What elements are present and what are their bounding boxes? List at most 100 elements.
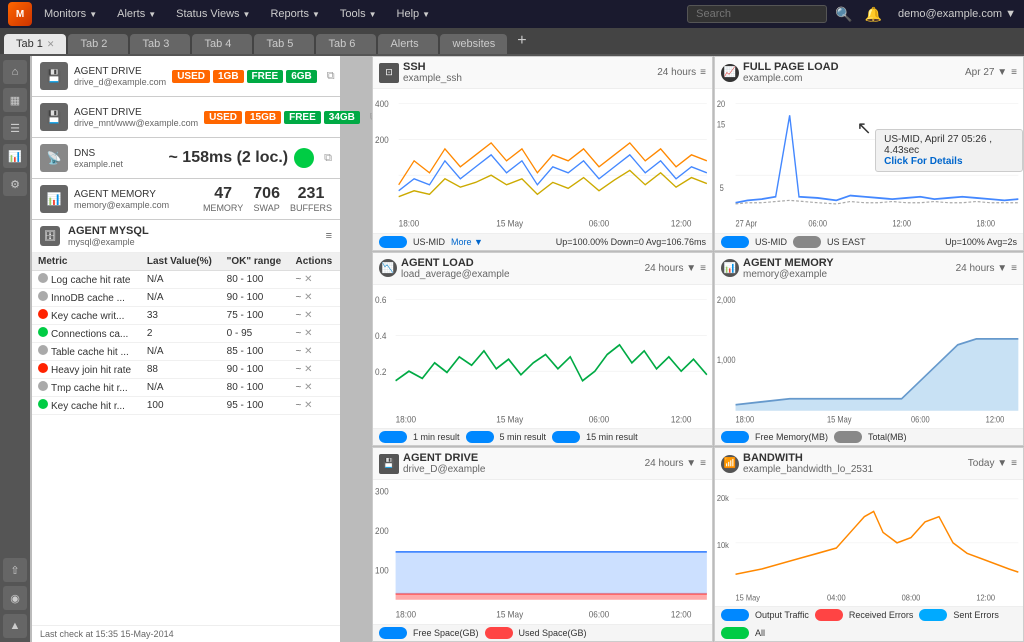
bandwidth-header: 📶 BANDWITH example_bandwidth_lo_2531 Tod… — [715, 448, 1023, 480]
sidebar-list-icon[interactable]: ☰ — [3, 116, 27, 140]
fpl-title: FULL PAGE LOAD — [743, 61, 839, 73]
tab-1-close[interactable]: ✕ — [47, 39, 55, 50]
mysql-header: 🗄 AGENT MYSQL mysql@example ≡ — [32, 220, 340, 253]
tab-add-button[interactable]: + — [509, 28, 534, 54]
load-1min-toggle[interactable] — [379, 431, 407, 443]
bandwidth-icon: 📶 — [721, 455, 739, 473]
load-15min-toggle[interactable] — [552, 431, 580, 443]
drive-free-toggle[interactable] — [379, 627, 407, 639]
agent-drive-bottom-timerange[interactable]: 24 hours ▼ — [645, 458, 697, 469]
svg-text:1,000: 1,000 — [717, 354, 736, 365]
agent-drive-1-icon: 💾 — [40, 62, 68, 90]
right-panel: 💾 AGENT DRIVE drive_d@example.com USED 1… — [30, 56, 340, 642]
agent-drive-1-badges: USED 1GB FREE 6GB — [172, 70, 317, 83]
sidebar-grid-icon[interactable]: ▦ — [3, 88, 27, 112]
tab-bar: Tab 1 ✕ Tab 2 Tab 3 Tab 4 Tab 5 Tab 6 Al… — [0, 28, 1024, 56]
fpl-usmid-toggle[interactable] — [721, 236, 749, 248]
mem-total-toggle[interactable] — [834, 431, 862, 443]
sidebar-bottom-icon1[interactable]: ◉ — [3, 586, 27, 610]
tab-6[interactable]: Tab 6 — [316, 34, 376, 54]
agent-drive-bottom-menu[interactable]: ≡ — [700, 458, 706, 469]
ssh-more-link[interactable]: More ▼ — [451, 237, 483, 247]
svg-text:18:00: 18:00 — [399, 218, 420, 229]
used-value-2: 15GB — [245, 111, 281, 124]
nav-monitors[interactable]: Monitors ▼ — [36, 4, 105, 24]
agent-memory-widget: 📊 AGENT MEMORY memory@example.com 47 MEM… — [32, 179, 340, 220]
col-metric: Metric — [32, 253, 141, 271]
tab-1[interactable]: Tab 1 ✕ — [4, 34, 66, 54]
svg-text:5: 5 — [720, 182, 724, 193]
user-menu[interactable]: demo@example.com ▼ — [898, 8, 1016, 20]
svg-text:12:00: 12:00 — [671, 218, 692, 229]
bw-sent-label: Sent Errors — [953, 610, 999, 620]
load-5min-toggle[interactable] — [466, 431, 494, 443]
tab-alerts[interactable]: Alerts — [378, 34, 438, 54]
svg-text:18:00: 18:00 — [976, 218, 995, 229]
ssh-toggle[interactable] — [379, 236, 407, 248]
agent-drive-1-menu[interactable]: ⧉ — [327, 70, 335, 83]
ssh-panel: ⊡ SSH example_ssh 24 hours ≡ 400 200 — [372, 56, 713, 251]
tab-4[interactable]: Tab 4 — [192, 34, 252, 54]
bw-all-toggle[interactable] — [721, 627, 749, 639]
mem-free-toggle[interactable] — [721, 431, 749, 443]
nav-alerts[interactable]: Alerts ▼ — [109, 4, 164, 24]
dns-menu[interactable]: ⧉ — [324, 152, 332, 165]
svg-text:18:00: 18:00 — [396, 609, 417, 620]
ssh-stats: Up=100.00% Down=0 Avg=106.76ms — [556, 237, 706, 247]
fpl-subtitle: example.com — [743, 73, 839, 84]
status-views-caret: ▼ — [243, 10, 251, 19]
reports-caret: ▼ — [312, 10, 320, 19]
sidebar-bottom-icon2[interactable]: ▲ — [3, 614, 27, 638]
dns-widget: 📡 DNS example.net ~ 158ms (2 loc.) ⧉ — [32, 138, 340, 179]
svg-text:300: 300 — [375, 486, 389, 497]
mysql-title: AGENT MYSQL — [68, 225, 149, 237]
mysql-menu-icon[interactable]: ≡ — [326, 230, 332, 242]
tab-2[interactable]: Tab 2 — [68, 34, 128, 54]
agent-load-timerange[interactable]: 24 hours ▼ — [645, 263, 697, 274]
notification-icon[interactable]: 🔔 — [861, 6, 886, 23]
drive-used-toggle[interactable] — [485, 627, 513, 639]
ssh-timerange[interactable]: 24 hours — [657, 67, 696, 78]
fpl-menu-icon[interactable]: ≡ — [1011, 67, 1017, 78]
search-icon[interactable]: 🔍 — [831, 6, 856, 23]
ssh-subtitle: example_ssh — [403, 73, 462, 84]
ssh-legend-label: US-MID — [413, 237, 445, 247]
agent-memory-chart: 2,000 1,000 18:00 15 May 06:00 12:00 — [715, 285, 1023, 429]
alerts-caret: ▼ — [148, 10, 156, 19]
fpl-timerange[interactable]: Apr 27 ▼ — [965, 67, 1007, 78]
search-input[interactable] — [687, 5, 827, 23]
bandwidth-menu[interactable]: ≡ — [1011, 458, 1017, 469]
svg-text:15: 15 — [717, 118, 725, 129]
ssh-menu-icon[interactable]: ≡ — [700, 67, 706, 78]
tab-3[interactable]: Tab 3 — [130, 34, 190, 54]
svg-text:0.2: 0.2 — [375, 366, 386, 377]
bw-output-toggle[interactable] — [721, 609, 749, 621]
agent-drive-chart: 300 200 100 18:00 15 May 06:00 12:00 — [373, 480, 712, 624]
tab-5[interactable]: Tab 5 — [254, 34, 314, 54]
svg-text:12:00: 12:00 — [986, 413, 1005, 424]
svg-text:06:00: 06:00 — [589, 218, 610, 229]
fpl-useast-toggle[interactable] — [793, 236, 821, 248]
mem-free-label: Free Memory(MB) — [755, 432, 828, 442]
agent-load-title: AGENT LOAD — [401, 257, 510, 269]
sidebar-home-icon[interactable]: ⌂ — [3, 60, 27, 84]
bw-sent-toggle[interactable] — [919, 609, 947, 621]
fpl-stats: Up=100% Avg=2s — [945, 237, 1017, 247]
sidebar-chart-icon[interactable]: 📊 — [3, 144, 27, 168]
bandwidth-timerange[interactable]: Today ▼ — [968, 458, 1007, 469]
monitors-caret: ▼ — [89, 10, 97, 19]
nav-reports[interactable]: Reports ▼ — [262, 4, 327, 24]
agent-load-menu[interactable]: ≡ — [700, 263, 706, 274]
agent-memory-menu[interactable]: ≡ — [1011, 263, 1017, 274]
bw-received-toggle[interactable] — [815, 609, 843, 621]
nav-help[interactable]: Help ▼ — [389, 4, 439, 24]
sidebar-tools-icon[interactable]: ⚙ — [3, 172, 27, 196]
fpl-icon: 📈 — [721, 64, 739, 82]
agent-memory-timerange[interactable]: 24 hours ▼ — [956, 263, 1008, 274]
sidebar-share-icon[interactable]: ⇧ — [3, 558, 27, 582]
buffers-label: BUFFERS — [290, 203, 332, 213]
free-badge-2: FREE — [284, 111, 321, 124]
nav-tools[interactable]: Tools ▼ — [332, 4, 385, 24]
tab-websites[interactable]: websites — [440, 34, 507, 54]
nav-status-views[interactable]: Status Views ▼ — [168, 4, 258, 24]
